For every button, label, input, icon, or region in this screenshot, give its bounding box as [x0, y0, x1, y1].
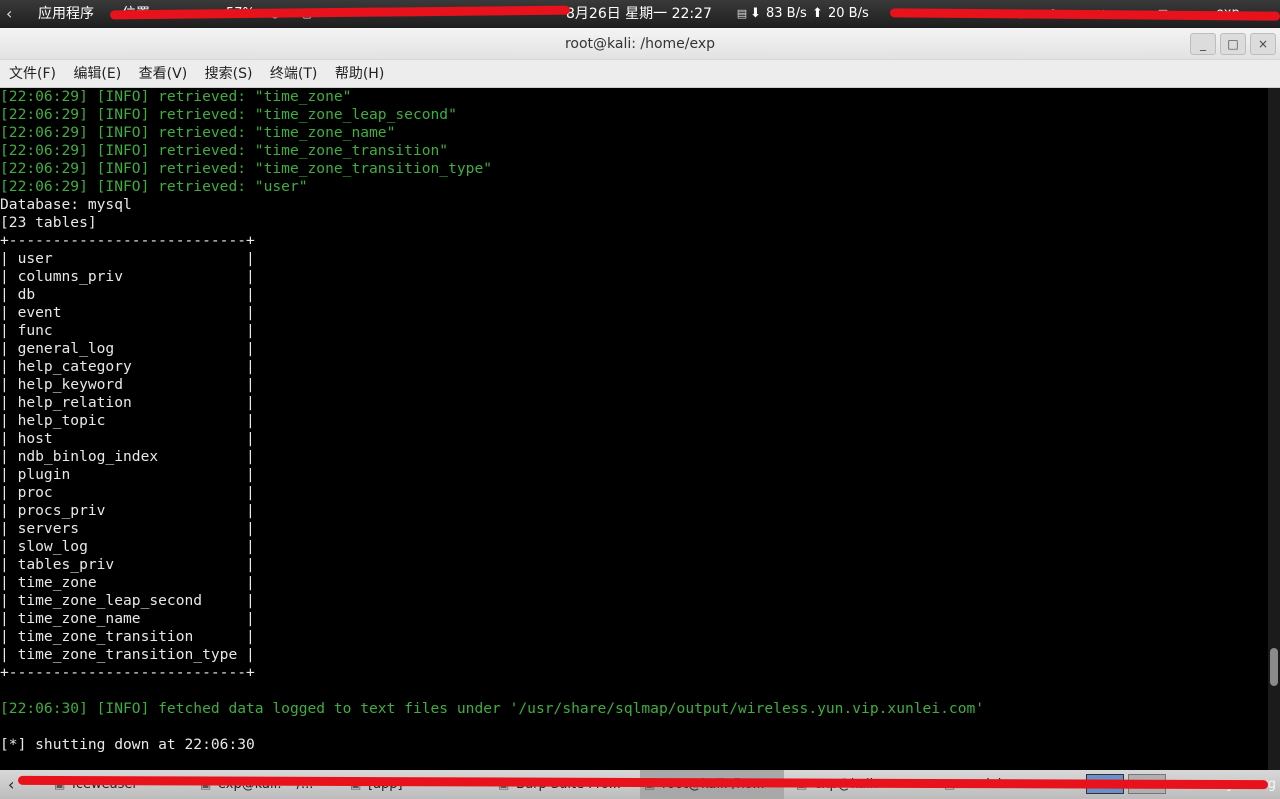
- menu-search[interactable]: 搜索(S): [205, 60, 253, 88]
- table-row: | servers |: [0, 520, 255, 537]
- table-border-bottom: +---------------------------+: [0, 664, 255, 681]
- scrollbar-thumb[interactable]: [1270, 648, 1278, 686]
- table-row: | slow_log |: [0, 538, 255, 555]
- download-speed: 83 B/s: [766, 6, 807, 21]
- download-arrow-icon: ⬇: [750, 6, 761, 21]
- table-row: | host |: [0, 430, 255, 447]
- retrieved-line: [22:06:29] [INFO] retrieved: "time_zone_…: [0, 106, 457, 123]
- applications-menu[interactable]: 应用程序: [38, 0, 94, 28]
- table-row: | help_relation |: [0, 394, 255, 411]
- panel-back-icon[interactable]: ‹: [6, 0, 26, 28]
- minimize-button[interactable]: _: [1190, 33, 1216, 55]
- table-row: | proc |: [0, 484, 255, 501]
- retrieved-line: [22:06:29] [INFO] retrieved: "time_zone_…: [0, 124, 396, 141]
- table-row: | func |: [0, 322, 255, 339]
- shutdown-line: [*] shutting down at 22:06:30: [0, 736, 255, 753]
- retrieved-log: [22:06:29] [INFO] retrieved: "time_zone"…: [0, 88, 1268, 196]
- retrieved-line: [22:06:29] [INFO] retrieved: "time_zone_…: [0, 142, 449, 159]
- table-row: | tables_priv |: [0, 556, 255, 573]
- table-row: | time_zone_transition_type |: [0, 646, 255, 663]
- table-row: | plugin |: [0, 466, 255, 483]
- menubar: 文件(F) 编辑(E) 查看(V) 搜索(S) 终端(T) 帮助(H): [0, 60, 1280, 88]
- table-row: | time_zone_transition |: [0, 628, 255, 645]
- terminal-output[interactable]: [22:06:29] [INFO] retrieved: "time_zone"…: [0, 88, 1268, 770]
- upload-arrow-icon: ⬆: [812, 6, 823, 21]
- menu-file[interactable]: 文件(F): [9, 60, 56, 88]
- table-row: | user |: [0, 250, 255, 267]
- table-row: | procs_priv |: [0, 502, 255, 519]
- table-border-top: +---------------------------+: [0, 232, 255, 249]
- network-graph-icon: ▤: [736, 7, 748, 20]
- fetched-line: [22:06:30] [INFO] fetched data logged to…: [0, 700, 985, 717]
- table-row: | db |: [0, 286, 255, 303]
- table-row: | help_topic |: [0, 412, 255, 429]
- close-button[interactable]: ×: [1250, 33, 1276, 55]
- table-row: | time_zone |: [0, 574, 255, 591]
- table-row: | help_keyword |: [0, 376, 255, 393]
- maximize-button[interactable]: □: [1220, 33, 1246, 55]
- window-title: root@kali: /home/exp: [0, 28, 1280, 60]
- menu-help[interactable]: 帮助(H): [335, 60, 384, 88]
- table-row: | time_zone_leap_second |: [0, 592, 255, 609]
- top-panel: ‹ 应用程序 位置 ◉ ▭ 57% ◐ ▢ 8月26日 星期一 22:27 ▤ …: [0, 0, 1280, 28]
- table-row: | ndb_binlog_index |: [0, 448, 255, 465]
- database-line: Database: mysql: [0, 196, 132, 213]
- upload-speed: 20 B/s: [828, 6, 869, 21]
- terminal-scrollbar[interactable]: [1268, 88, 1280, 770]
- table-row: | general_log |: [0, 340, 255, 357]
- table-row: | time_zone_name |: [0, 610, 255, 627]
- clock[interactable]: 8月26日 星期一 22:27: [566, 0, 712, 28]
- retrieved-line: [22:06:29] [INFO] retrieved: "time_zone_…: [0, 160, 493, 177]
- table-row: | columns_priv |: [0, 268, 255, 285]
- taskbar: ‹ Iceweasel exp@kali: ~/... [app] Burp S…: [0, 770, 1280, 799]
- table-count-line: [23 tables]: [0, 214, 97, 231]
- table-list: | user | | columns_priv | | db | | event | |…: [0, 250, 1268, 664]
- table-row: | help_category |: [0, 358, 255, 375]
- table-row: | event |: [0, 304, 255, 321]
- menu-edit[interactable]: 编辑(E): [73, 60, 121, 88]
- menu-terminal[interactable]: 终端(T): [270, 60, 317, 88]
- menu-view[interactable]: 查看(V): [139, 60, 188, 88]
- retrieved-line: [22:06:29] [INFO] retrieved: "user": [0, 178, 308, 195]
- retrieved-line: [22:06:29] [INFO] retrieved: "time_zone": [0, 88, 352, 105]
